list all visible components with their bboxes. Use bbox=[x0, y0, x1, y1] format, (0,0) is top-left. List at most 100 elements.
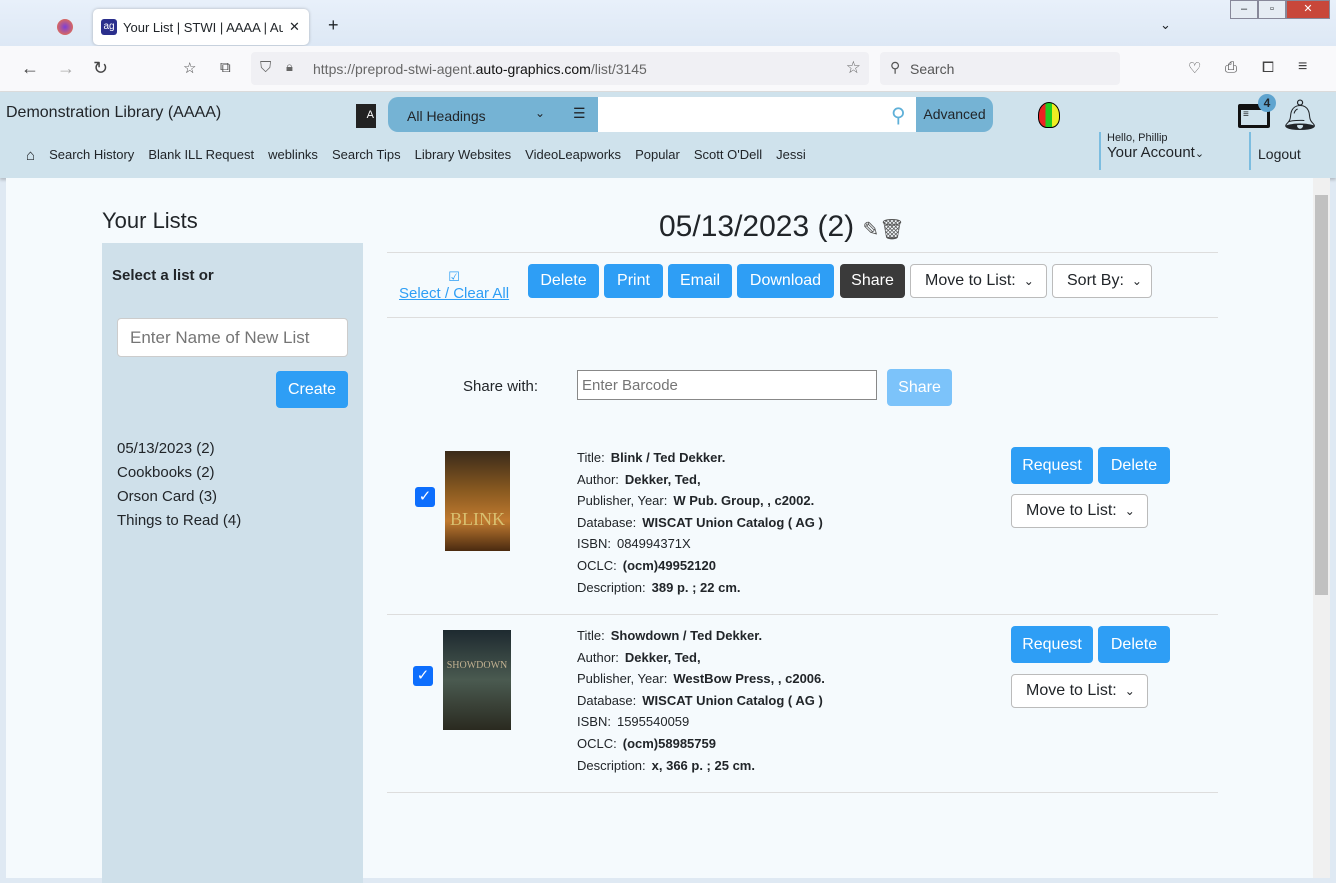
home-icon[interactable]: ⌂ bbox=[26, 147, 35, 164]
bell-icon[interactable]: 🔔︎ bbox=[1281, 98, 1319, 133]
item-move-to-list-select[interactable]: Move to List: ⌄ bbox=[1011, 494, 1148, 528]
item-move-to-list-select[interactable]: Move to List: ⌄ bbox=[1011, 674, 1148, 708]
label: Database: bbox=[577, 692, 637, 708]
menu-search-tips[interactable]: Search Tips bbox=[332, 147, 401, 164]
divider bbox=[387, 317, 1218, 318]
menu-icon[interactable]: ≡ bbox=[1298, 58, 1307, 76]
request-button[interactable]: Request bbox=[1011, 626, 1093, 663]
item-database: WISCAT Union Catalog ( AG ) bbox=[642, 692, 823, 708]
trash-icon[interactable]: 🗑︎ bbox=[879, 219, 904, 241]
browser-search[interactable]: ⚲ Search bbox=[880, 52, 1120, 85]
item-oclc: (ocm)58985759 bbox=[622, 735, 716, 751]
menu-scott-odell[interactable]: Scott O'Dell bbox=[694, 147, 762, 164]
window-close-icon[interactable]: ✕ bbox=[1286, 0, 1330, 19]
label: ISBN: bbox=[577, 714, 611, 730]
list-link[interactable]: 05/13/2023 (2) bbox=[117, 437, 241, 461]
barcode-input[interactable] bbox=[577, 370, 877, 400]
database-icon[interactable]: ☰ bbox=[573, 105, 586, 122]
browser-tab-strip: ag Your List | STWI | AAAA | Auto-G ✕ + … bbox=[0, 0, 1336, 46]
item-delete-button[interactable]: Delete bbox=[1098, 626, 1170, 663]
download-button[interactable]: Download bbox=[737, 264, 834, 298]
forward-icon[interactable]: → bbox=[57, 58, 75, 79]
tab-list-chevron-icon[interactable]: ⌄ bbox=[1160, 17, 1171, 33]
new-list-name-input[interactable] bbox=[117, 318, 348, 357]
item-title[interactable]: Showdown / Ted Dekker. bbox=[611, 628, 762, 643]
share-with-button[interactable]: Share bbox=[887, 369, 952, 406]
menu-videoleapworks[interactable]: VideoLeapworks bbox=[525, 147, 621, 164]
pocket-icon[interactable]: ♡ bbox=[1188, 59, 1201, 77]
close-tab-icon[interactable]: ✕ bbox=[289, 19, 300, 35]
advanced-search-button[interactable]: Advanced bbox=[916, 97, 993, 132]
select-clear-all-link[interactable]: Select / Clear All bbox=[399, 285, 509, 302]
print-icon[interactable]: ⎙ bbox=[1225, 59, 1237, 76]
email-button[interactable]: Email bbox=[668, 264, 732, 298]
list-link[interactable]: Cookbooks (2) bbox=[117, 461, 241, 485]
balloon-icon[interactable] bbox=[1038, 102, 1060, 128]
divider bbox=[387, 614, 1218, 615]
menu-blank-ill-request[interactable]: Blank ILL Request bbox=[148, 147, 254, 164]
star-icon[interactable]: ☆ bbox=[846, 58, 861, 78]
scrollbar-thumb[interactable] bbox=[1315, 195, 1328, 595]
url-bar[interactable]: ⛉ 🔒︎ https://preprod-stwi-agent. auto-gra… bbox=[251, 52, 869, 85]
share-page-icon[interactable]: ⧉ bbox=[220, 59, 231, 76]
label: Title: bbox=[577, 628, 605, 643]
share-button[interactable]: Share bbox=[840, 264, 905, 298]
item-delete-button[interactable]: Delete bbox=[1098, 447, 1170, 484]
minimize-icon[interactable]: – bbox=[1230, 0, 1258, 19]
catalog-search-input[interactable] bbox=[598, 97, 916, 132]
label: Description: bbox=[577, 579, 646, 595]
label: Description: bbox=[577, 757, 646, 773]
move-value: Move to List: bbox=[1026, 682, 1117, 699]
main-menu: ⌂ Search History Blank ILL Request webli… bbox=[26, 147, 806, 164]
list-title-text: 05/13/2023 (2) bbox=[659, 210, 855, 243]
book-cover-blink[interactable]: BLINK bbox=[445, 451, 510, 551]
heading-select[interactable]: All Headings ⌄ ☰ bbox=[388, 97, 598, 132]
select-clear-all[interactable]: ☑ Select / Clear All bbox=[399, 269, 509, 302]
item-checkbox[interactable]: ✓ bbox=[415, 487, 435, 507]
heading-select-value: All Headings bbox=[407, 108, 486, 124]
extensions-icon[interactable]: ⧠ bbox=[1262, 59, 1274, 76]
item-title[interactable]: Blink / Ted Dekker. bbox=[611, 450, 726, 465]
request-button[interactable]: Request bbox=[1011, 447, 1093, 484]
item-checkbox[interactable]: ✓ bbox=[413, 666, 433, 686]
sort-by-select[interactable]: Sort By: ⌄ bbox=[1052, 264, 1152, 298]
lists-sidebar: Select a list or Create 05/13/2023 (2) C… bbox=[102, 243, 363, 883]
delete-button[interactable]: Delete bbox=[528, 264, 599, 298]
menu-search-history[interactable]: Search History bbox=[49, 147, 134, 164]
back-icon[interactable]: ← bbox=[21, 58, 39, 79]
search-icon: ⚲ bbox=[890, 59, 901, 75]
list-links: 05/13/2023 (2) Cookbooks (2) Orson Card … bbox=[117, 437, 241, 533]
list-link[interactable]: Things to Read (4) bbox=[117, 509, 241, 533]
tab-title: Your List | STWI | AAAA | Auto-G bbox=[123, 19, 283, 35]
your-account-link[interactable]: Your Account bbox=[1107, 144, 1195, 161]
book-cover-showdown[interactable]: SHOWDOWN bbox=[443, 630, 511, 730]
menu-weblinks[interactable]: weblinks bbox=[268, 147, 318, 164]
edit-icon[interactable]: ✎ bbox=[863, 219, 880, 241]
menu-library-websites[interactable]: Library Websites bbox=[415, 147, 512, 164]
account-menu[interactable]: Hello, Phillip Your Account⌄ bbox=[1099, 132, 1204, 170]
menu-jessi[interactable]: Jessi bbox=[776, 147, 806, 164]
menu-popular[interactable]: Popular bbox=[635, 147, 680, 164]
create-list-button[interactable]: Create bbox=[276, 371, 348, 408]
bookmark-page-icon[interactable]: ☆ bbox=[183, 59, 196, 77]
list-link[interactable]: Orson Card (3) bbox=[117, 485, 241, 509]
label: Author: bbox=[577, 649, 619, 665]
browser-tab[interactable]: ag Your List | STWI | AAAA | Auto-G ✕ bbox=[93, 9, 309, 45]
search-icon[interactable]: ⚲ bbox=[891, 103, 906, 128]
restore-icon[interactable]: ▫ bbox=[1258, 0, 1286, 19]
move-to-list-select[interactable]: Move to List: ⌄ bbox=[910, 264, 1047, 298]
url-domain: auto-graphics.com bbox=[475, 60, 591, 77]
chevron-down-icon: ⌄ bbox=[1194, 148, 1205, 160]
logout-link[interactable]: Logout bbox=[1249, 132, 1301, 170]
reload-icon[interactable]: ↻ bbox=[93, 58, 108, 79]
your-lists-title: Your Lists bbox=[102, 208, 198, 233]
greeting: Hello, Phillip bbox=[1107, 132, 1168, 144]
print-button[interactable]: Print bbox=[604, 264, 663, 298]
language-icon[interactable]: A bbox=[356, 104, 376, 128]
item-description: 389 p. ; 22 cm. bbox=[651, 579, 741, 595]
chevron-down-icon: ⌄ bbox=[1124, 504, 1135, 518]
item-oclc: (ocm)49952120 bbox=[622, 557, 716, 573]
item-details: Title: Showdown / Ted Dekker. Author: Dekk… bbox=[577, 625, 825, 776]
new-tab-icon[interactable]: + bbox=[328, 15, 339, 36]
item-author: Dekker, Ted, bbox=[624, 471, 701, 487]
